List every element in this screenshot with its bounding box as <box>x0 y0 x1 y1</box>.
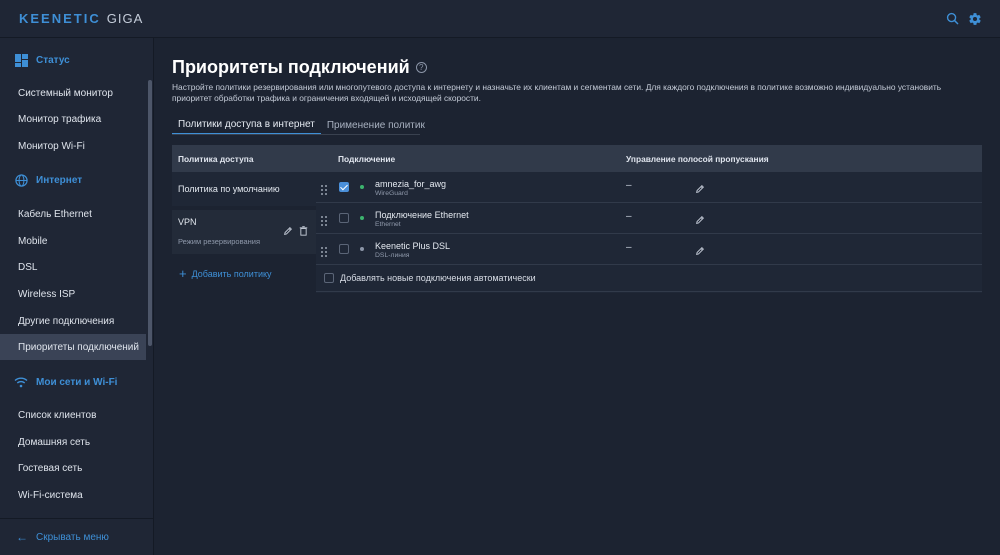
policy-list: Политика по умолчанию VPN Режим резервир… <box>172 172 316 293</box>
drag-handle-icon[interactable] <box>321 182 327 200</box>
sidebar-item-guest-network[interactable]: Гостевая сеть <box>0 455 146 481</box>
globe-icon <box>14 173 28 187</box>
dashboard-icon <box>14 53 28 67</box>
sidebar: Статус Системный монитор Монитор трафика… <box>0 38 154 555</box>
connection-type: DSL-линия <box>375 252 410 259</box>
add-policy-button[interactable]: + Добавить политику <box>179 266 272 281</box>
connection-checkbox[interactable] <box>339 182 349 192</box>
sidebar-item-home-network[interactable]: Домашняя сеть <box>0 429 146 455</box>
page-title-text: Приоритеты подключений <box>172 57 410 77</box>
sidebar-item-client-list[interactable]: Список клиентов <box>0 402 146 428</box>
connection-name: Keenetic Plus DSL <box>375 241 451 251</box>
sidebar-section-internet[interactable]: Интернет <box>14 170 82 190</box>
tabs-divider <box>172 134 420 135</box>
help-icon[interactable]: ? <box>415 62 427 73</box>
page-title: Приоритеты подключений ? <box>172 57 427 78</box>
section-label: Интернет <box>36 174 83 186</box>
tab-policy-application[interactable]: Применение политик <box>321 115 431 135</box>
connection-row: Подключение Ethernet Ethernet – <box>316 203 982 234</box>
connection-checkbox[interactable] <box>339 244 349 254</box>
policy-mode: Режим резервирования <box>178 237 261 246</box>
header-bandwidth: Управление полосой пропускания <box>626 153 769 164</box>
collapse-menu-button[interactable]: ← Скрывать меню <box>0 518 153 555</box>
sidebar-item-wifi-system[interactable]: Wi-Fi-система <box>0 482 146 508</box>
gear-icon[interactable] <box>968 12 982 26</box>
sidebar-item-other-connections[interactable]: Другие подключения <box>0 308 146 334</box>
auto-add-row: Добавлять новые подключения автоматическ… <box>316 265 982 292</box>
page-description: Настройте политики резервирования или мн… <box>172 82 942 103</box>
bandwidth-value: – <box>626 242 632 253</box>
brand-model: GIGA <box>106 11 144 26</box>
policy-name: Политика по умолчанию <box>178 184 280 194</box>
arrow-left-icon: ← <box>16 530 28 544</box>
brand-logo[interactable]: KEENETIC GIGA <box>19 11 143 26</box>
edit-bandwidth-icon[interactable] <box>695 212 705 230</box>
connection-type: Ethernet <box>375 221 401 228</box>
sidebar-item-dsl[interactable]: DSL <box>0 254 146 280</box>
connection-list: amnezia_for_awg WireGuard – Подключение … <box>316 172 982 293</box>
auto-add-label: Добавлять новые подключения автоматическ… <box>340 273 536 283</box>
drag-handle-icon[interactable] <box>321 244 327 262</box>
connection-type: WireGuard <box>375 190 408 197</box>
collapse-menu-label: Скрывать меню <box>36 531 109 543</box>
sidebar-item-wireless-isp[interactable]: Wireless ISP <box>0 281 146 307</box>
sidebar-section-status[interactable]: Статус <box>14 50 70 70</box>
sidebar-item-traffic-monitor[interactable]: Монитор трафика <box>0 106 146 132</box>
delete-policy-icon[interactable] <box>299 226 308 238</box>
policy-item-default[interactable]: Политика по умолчанию <box>172 172 316 206</box>
status-dot <box>360 185 364 189</box>
auto-add-checkbox[interactable] <box>324 273 334 283</box>
section-label: Мои сети и Wi-Fi <box>36 376 118 388</box>
plus-icon: + <box>179 266 187 281</box>
status-dot <box>360 216 364 220</box>
header-connection: Подключение <box>338 153 396 164</box>
sidebar-item-connection-priorities[interactable]: Приоритеты подключений <box>0 334 146 360</box>
top-bar: KEENETIC GIGA <box>0 0 1000 38</box>
add-policy-label: Добавить политику <box>191 269 272 279</box>
tab-bar: Политики доступа в интернет Применение п… <box>172 115 431 135</box>
tab-access-policies[interactable]: Политики доступа в интернет <box>172 115 321 135</box>
bandwidth-value: – <box>626 180 632 191</box>
bandwidth-value: – <box>626 211 632 222</box>
sidebar-scrollbar[interactable] <box>148 80 152 346</box>
brand-name: KEENETIC <box>19 11 101 26</box>
edit-policy-icon[interactable] <box>283 226 293 238</box>
edit-bandwidth-icon[interactable] <box>695 243 705 261</box>
sidebar-item-system-monitor[interactable]: Системный монитор <box>0 80 146 106</box>
policy-item-vpn[interactable]: VPN Режим резервирования <box>172 210 316 254</box>
connection-row: amnezia_for_awg WireGuard – <box>316 172 982 203</box>
connection-checkbox[interactable] <box>339 213 349 223</box>
header-policy: Политика доступа <box>178 153 254 164</box>
connection-name: amnezia_for_awg <box>375 179 447 189</box>
wifi-icon <box>14 375 28 389</box>
connection-row: Keenetic Plus DSL DSL-линия – <box>316 234 982 265</box>
edit-bandwidth-icon[interactable] <box>695 181 705 199</box>
sidebar-item-wifi-monitor[interactable]: Монитор Wi-Fi <box>0 133 146 159</box>
table-header: Политика доступа Подключение Управление … <box>172 145 982 172</box>
sidebar-item-mobile[interactable]: Mobile <box>0 228 146 254</box>
status-dot <box>360 247 364 251</box>
sidebar-item-ethernet-cable[interactable]: Кабель Ethernet <box>0 201 146 227</box>
section-label: Статус <box>36 54 70 66</box>
search-icon[interactable] <box>946 12 959 25</box>
policies-table: Политика доступа Подключение Управление … <box>172 145 982 293</box>
connection-name: Подключение Ethernet <box>375 210 469 220</box>
drag-handle-icon[interactable] <box>321 213 327 231</box>
sidebar-section-my-networks[interactable]: Мои сети и Wi-Fi <box>14 372 117 392</box>
